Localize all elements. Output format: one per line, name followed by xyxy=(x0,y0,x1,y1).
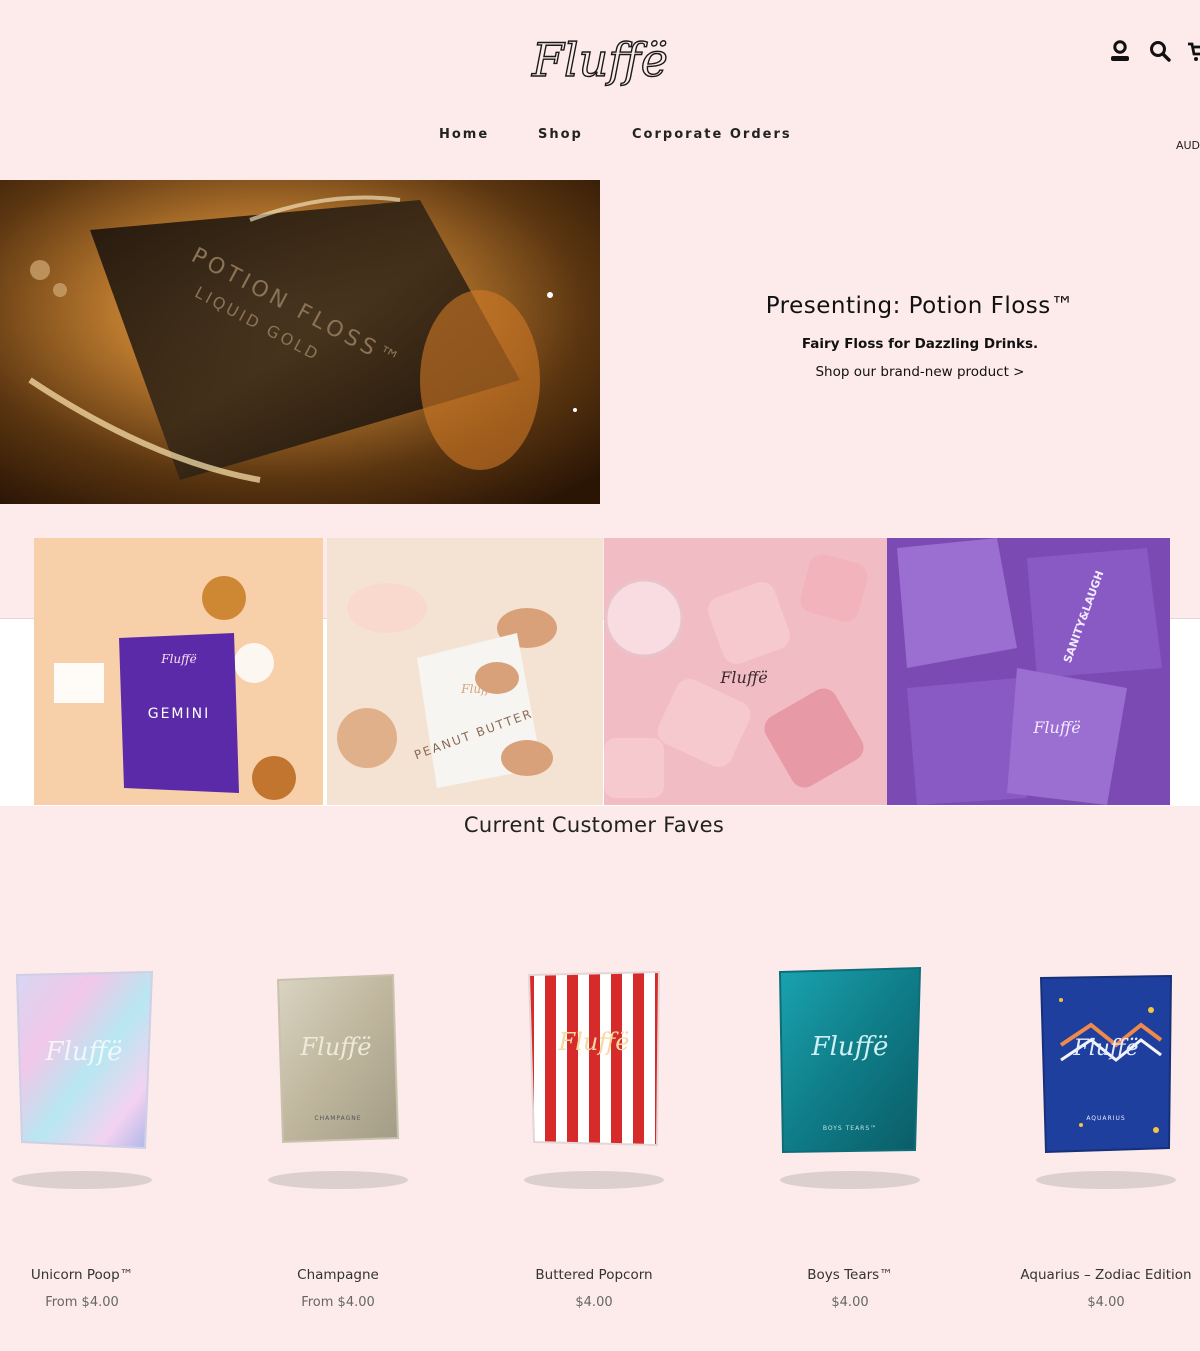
product-pack-brand: Fluffë xyxy=(811,1032,889,1062)
product-name[interactable]: Champagne xyxy=(223,1267,453,1283)
product-price: From $4.00 xyxy=(45,1295,119,1310)
currency-selector[interactable]: AUD xyxy=(1176,139,1200,152)
search-icon[interactable] xyxy=(1147,38,1173,64)
product-image-aquarius[interactable]: Fluffë AQUARIUS xyxy=(991,930,1200,1210)
nav-home[interactable]: Home xyxy=(439,127,489,142)
product-price: $4.00 xyxy=(1087,1295,1125,1310)
product-price: $4.00 xyxy=(575,1295,613,1310)
main-nav: Home Shop Corporate Orders xyxy=(0,127,1200,147)
product-card[interactable]: Fluffë CHAMPAGNE Champagne From $4.00 xyxy=(223,930,453,1310)
tile-fairy-floss-cups[interactable]: Fluffë xyxy=(604,538,887,805)
product-image-champagne[interactable]: Fluffë CHAMPAGNE xyxy=(223,930,453,1210)
product-name[interactable]: Buttered Popcorn xyxy=(479,1267,709,1283)
faves-heading: Current Customer Faves xyxy=(463,813,725,837)
tile-gemini-label: GEMINI xyxy=(148,706,211,722)
nav-corporate-orders[interactable]: Corporate Orders xyxy=(632,127,792,142)
product-pack-label: AQUARIUS xyxy=(1086,1115,1125,1122)
hero-image[interactable]: POTION FLOSS™ LIQUID GOLD xyxy=(0,180,600,504)
product-image-boys-tears[interactable]: Fluffë BOYS TEARS™ xyxy=(735,930,965,1210)
tile-pb-brand: Fluffë xyxy=(460,682,497,696)
brand-logo[interactable]: Fluffë xyxy=(528,28,673,94)
product-pack-label: CHAMPAGNE xyxy=(314,1115,361,1122)
product-price: $4.00 xyxy=(831,1295,869,1310)
product-pack-brand: Fluffë xyxy=(45,1037,123,1067)
brand-logo-text: Fluffë xyxy=(531,33,668,87)
tile-cups-brand: Fluffë xyxy=(719,668,767,687)
product-price: From $4.00 xyxy=(301,1295,375,1310)
product-name[interactable]: Boys Tears™ xyxy=(735,1267,965,1283)
product-image-buttered-popcorn[interactable]: Fluffë xyxy=(479,930,709,1210)
hero-shop-link[interactable]: Shop our brand-new product > xyxy=(620,364,1200,380)
product-card[interactable]: Fluffë Buttered Popcorn $4.00 xyxy=(479,930,709,1310)
product-card[interactable]: Fluffë BOYS TEARS™ Boys Tears™ $4.00 xyxy=(735,930,965,1310)
hero-subtitle: Fairy Floss for Dazzling Drinks. xyxy=(801,336,1039,352)
product-pack-brand: Fluffë xyxy=(1072,1036,1138,1061)
product-pack-brand: Fluffë xyxy=(300,1033,372,1061)
nav-shop[interactable]: Shop xyxy=(538,127,583,142)
tile-gemini[interactable]: Fluffë GEMINI xyxy=(34,538,323,805)
tile-peanut-butter[interactable]: Fluffë PEANUT BUTTER xyxy=(327,538,603,805)
product-pack-label: BOYS TEARS™ xyxy=(823,1125,877,1132)
tile-gemini-brand: Fluffë xyxy=(160,652,197,666)
hero-title: Presenting: Potion Floss™ xyxy=(765,293,1075,319)
product-pack-brand: Fluffë xyxy=(558,1028,630,1056)
product-name[interactable]: Aquarius – Zodiac Edition xyxy=(991,1267,1200,1283)
product-card[interactable]: Fluffë AQUARIUS Aquarius – Zodiac Editio… xyxy=(991,930,1200,1310)
tile-sanity-brand: Fluffë xyxy=(1032,718,1080,737)
cart-icon[interactable] xyxy=(1186,38,1200,64)
product-card[interactable]: Fluffë Unicorn Poop™ From $4.00 xyxy=(0,930,197,1310)
tile-sanity-laugh[interactable]: SANITY&LAUGH Fluffë xyxy=(887,538,1170,805)
product-name[interactable]: Unicorn Poop™ xyxy=(0,1267,197,1283)
product-image-unicorn-poop[interactable]: Fluffë xyxy=(0,930,197,1210)
account-icon[interactable] xyxy=(1107,38,1133,64)
